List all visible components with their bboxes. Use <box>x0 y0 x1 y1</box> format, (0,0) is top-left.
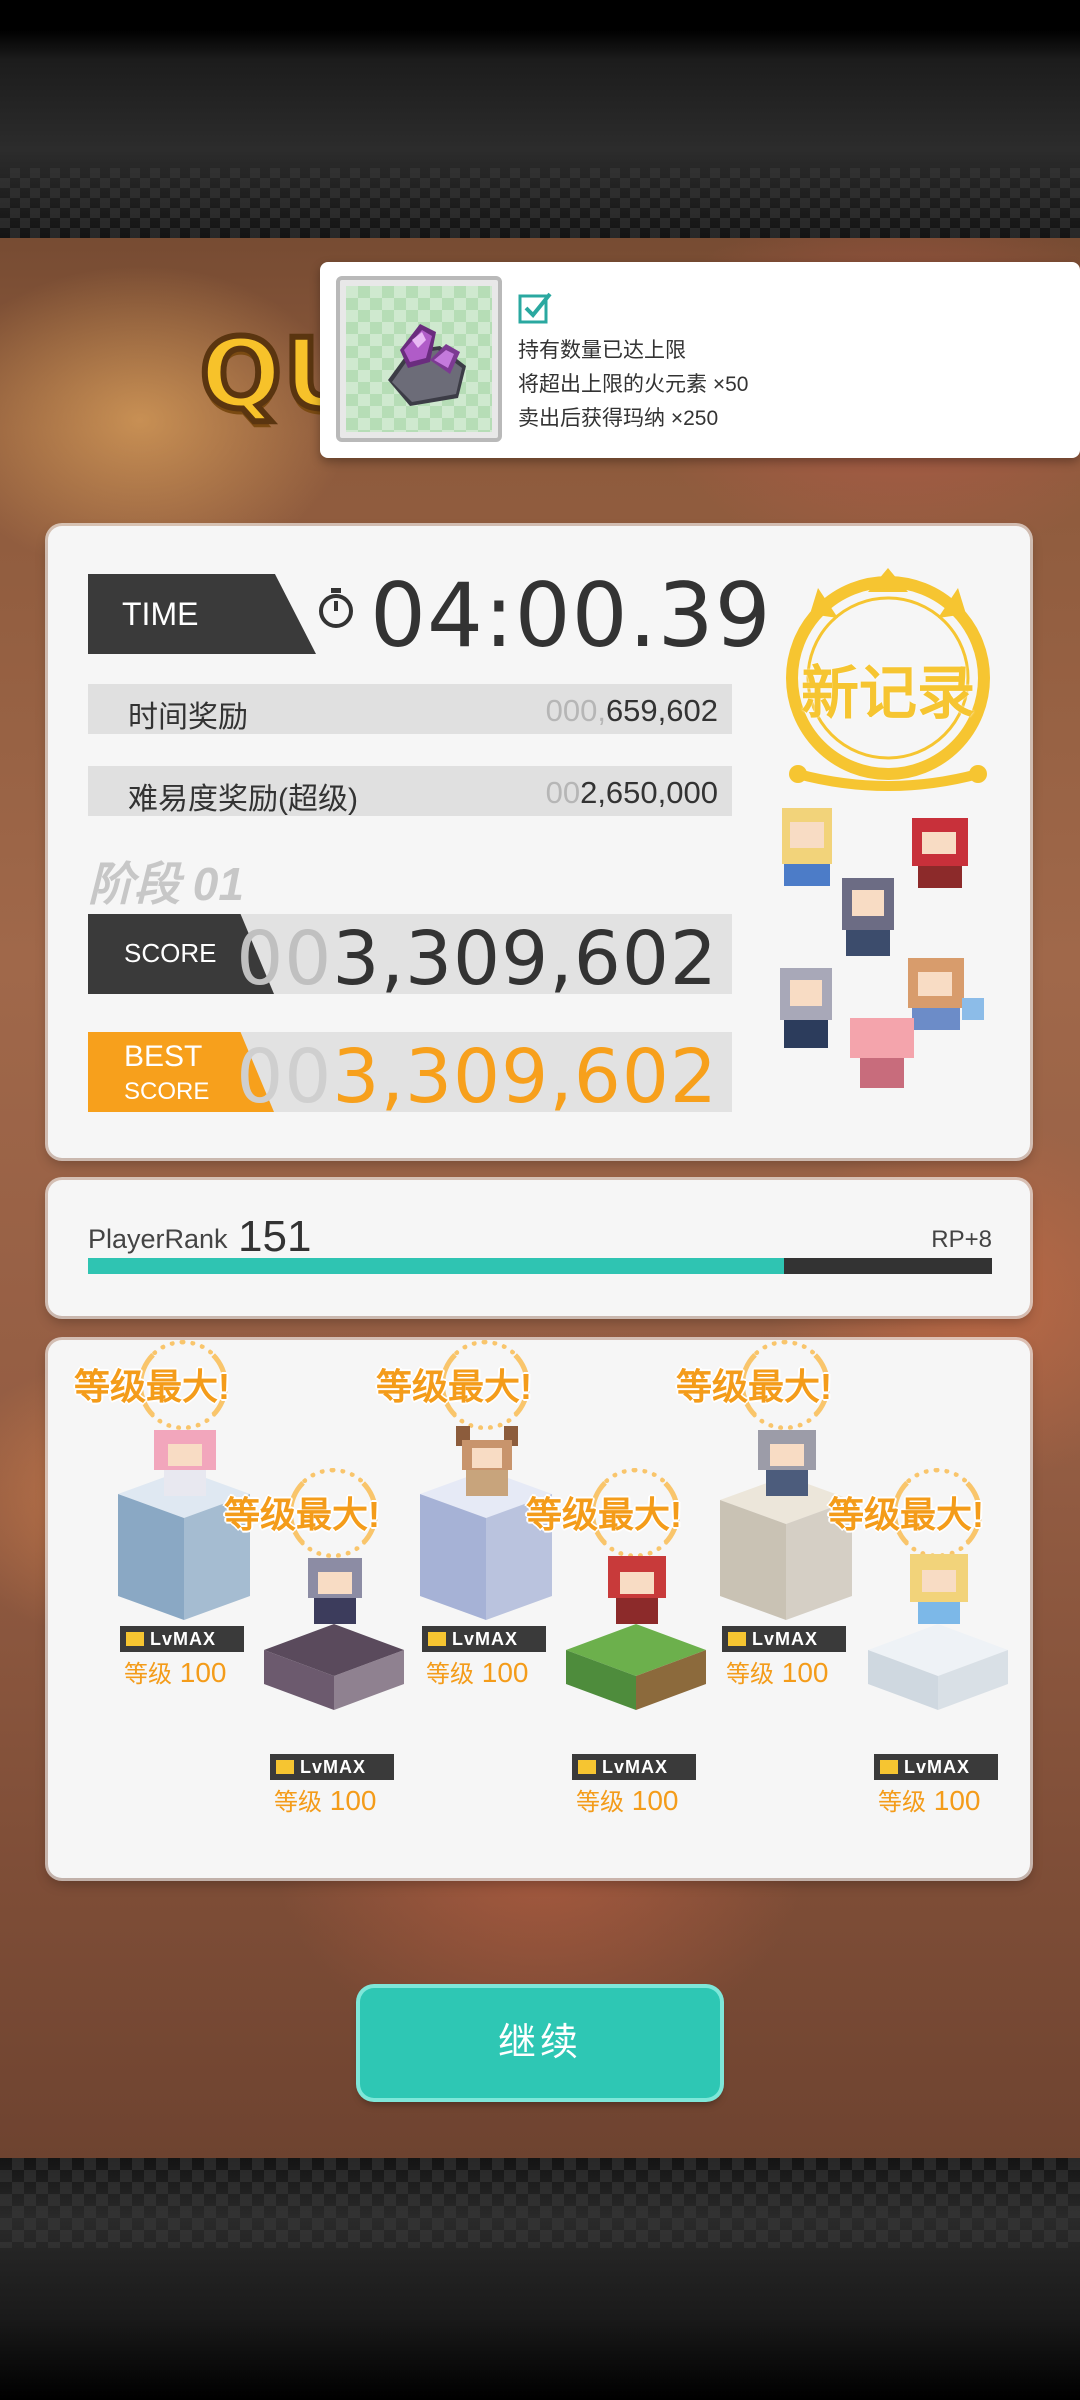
rank-progress-fill <box>88 1258 785 1274</box>
unit-level: 等级 100 <box>878 1785 981 1816</box>
rank-points-gain: RP+8 <box>931 1226 992 1253</box>
unit-character <box>308 1558 362 1624</box>
difficulty-bonus-row: 难易度奖励(超级) 002,650,000 <box>88 766 732 816</box>
unit-level: 等级 100 <box>576 1785 679 1816</box>
unit-level: 等级 100 <box>726 1657 829 1688</box>
notice-line: 持有数量已达上限 <box>518 339 686 362</box>
level-max-badge: 等级最大! <box>827 1468 1008 1558</box>
results-panel: TIME 04:00.39 时间奖励 000,659,602 难易度奖励(超级)… <box>48 526 1030 1158</box>
time-bonus-value: 000,659,602 <box>545 693 718 728</box>
unit-character <box>758 1430 816 1496</box>
player-rank-value: 151 <box>238 1212 312 1261</box>
unit-character <box>910 1554 968 1624</box>
unit-character <box>456 1426 518 1496</box>
new-record-label: 新记录 <box>800 661 975 726</box>
difficulty-bonus-value: 002,650,000 <box>545 775 718 810</box>
time-bonus-row: 时间奖励 000,659,602 <box>88 684 732 734</box>
time-label: TIME <box>88 574 316 654</box>
unit-character <box>608 1556 666 1624</box>
level-max-badge: 等级最大! <box>73 1340 254 1430</box>
item-limit-notification[interactable]: 持有数量已达上限 将超出上限的火元素 ×50 卖出后获得玛纳 ×250 <box>320 262 1080 458</box>
lvmax-label: LvMAX <box>722 1626 846 1652</box>
time-bonus-label: 时间奖励 <box>128 701 248 734</box>
stage-label: 阶段 01 <box>88 858 244 910</box>
clear-time: 04:00.39 <box>370 564 772 667</box>
lvmax-label: LvMAX <box>120 1626 244 1652</box>
best-score-row: BEST SCORE 003,309,602 <box>88 1032 732 1120</box>
unit-card[interactable]: 等级最大! LvMAX 等级 100 <box>827 1468 1018 1816</box>
best-score-label: SCORE <box>124 1078 210 1105</box>
best-label: BEST <box>124 1040 203 1073</box>
continue-button[interactable]: 继续 <box>360 1988 720 2098</box>
best-score-value: 003,309,602 <box>236 1034 718 1120</box>
score-label: SCORE <box>124 938 217 968</box>
rank-progress-bar <box>88 1258 992 1274</box>
level-max-badge: 等级最大! <box>375 1340 556 1430</box>
unit-level: 等级 100 <box>426 1657 529 1688</box>
player-rank-label: PlayerRank <box>88 1224 228 1254</box>
level-max-badge: 等级最大! <box>223 1468 404 1558</box>
notice-line: 将超出上限的火元素 ×50 <box>518 373 749 396</box>
level-max-badge: 等级最大! <box>525 1468 706 1558</box>
units-panel: 等级最大! LvMAX 等级 100 等级最大! LvMAX 等级 100 等级… <box>48 1340 1030 1878</box>
score-value: 003,309,602 <box>236 916 718 1002</box>
stopwatch-icon <box>319 588 353 628</box>
lvmax-label: LvMAX <box>270 1754 394 1780</box>
notice-line: 卖出后获得玛纳 ×250 <box>518 407 719 430</box>
item-thumbnail <box>336 276 502 442</box>
bottom-banner <box>0 2158 1080 2400</box>
lvmax-label: LvMAX <box>874 1754 998 1780</box>
player-rank-panel: PlayerRank 151 RP+8 <box>48 1180 1030 1316</box>
score-row: SCORE 003,309,602 <box>88 914 732 1002</box>
unit-card[interactable]: 等级最大! LvMAX 等级 100 <box>223 1468 414 1816</box>
unit-level: 等级 100 <box>274 1785 377 1816</box>
unit-level: 等级 100 <box>124 1657 227 1688</box>
top-banner <box>0 0 1080 238</box>
fire-element-crystal-icon <box>388 324 466 406</box>
level-max-badge: 等级最大! <box>675 1340 856 1430</box>
unit-card[interactable]: 等级最大! LvMAX 等级 100 <box>525 1468 716 1816</box>
lvmax-label: LvMAX <box>572 1754 696 1780</box>
party-characters-image <box>780 808 984 1088</box>
unit-character <box>154 1430 216 1496</box>
checkbox-checked-icon <box>518 292 552 324</box>
difficulty-bonus-label: 难易度奖励(超级) <box>128 783 358 816</box>
lvmax-label: LvMAX <box>422 1626 546 1652</box>
